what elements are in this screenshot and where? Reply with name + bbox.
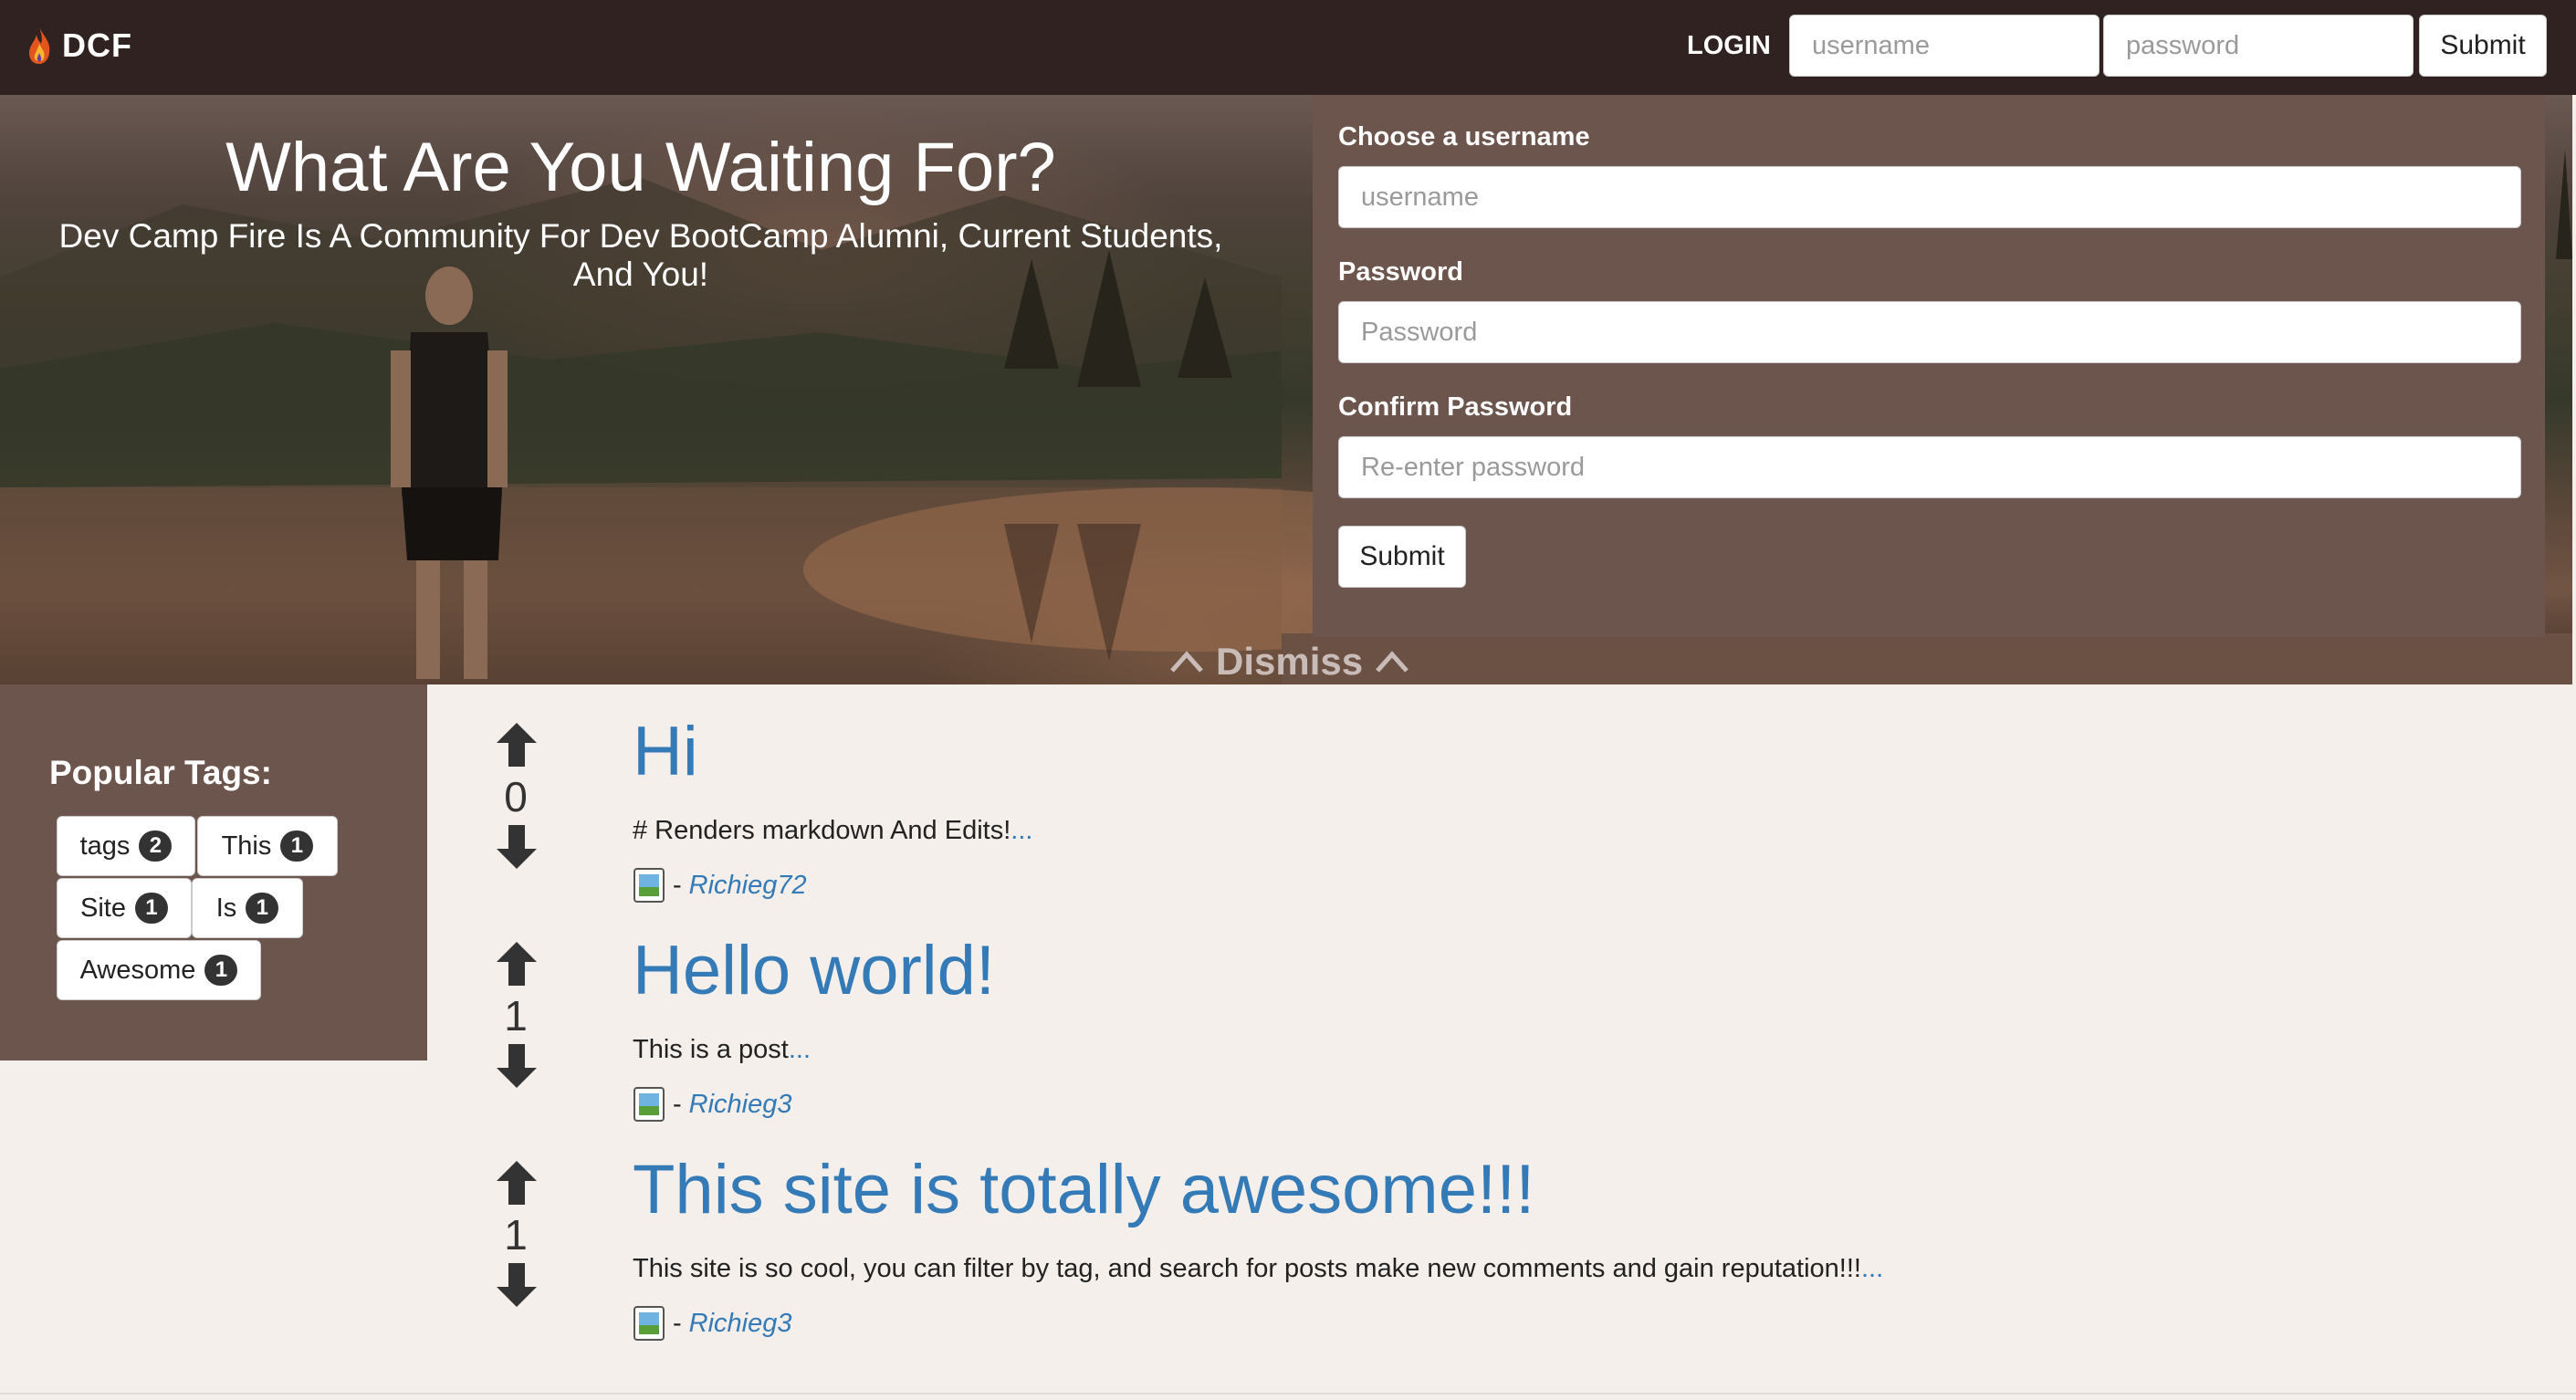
upvote-arrow-icon[interactable] xyxy=(497,723,537,767)
tag-button-awesome[interactable]: Awesome 1 xyxy=(57,940,261,1000)
downvote-arrow-icon[interactable] xyxy=(497,825,537,869)
hero-subtitle: Dev Camp Fire Is A Community For Dev Boo… xyxy=(58,217,1223,293)
login-password-input[interactable] xyxy=(2103,15,2414,77)
hero-title: What Are You Waiting For? xyxy=(225,129,1056,206)
post-title-link[interactable]: Hi xyxy=(633,712,698,791)
upvote-arrow-icon[interactable] xyxy=(497,942,537,986)
chevron-up-icon xyxy=(1376,651,1408,673)
dismiss-button[interactable]: Dismiss xyxy=(1168,639,1410,684)
post-meta: - Richieg72 xyxy=(633,867,807,904)
tag-button-is[interactable]: Is 1 xyxy=(192,878,303,938)
login-username-input[interactable] xyxy=(1789,15,2100,77)
tag-label: tags xyxy=(79,831,131,861)
signup-form: Choose a username Password Confirm Passw… xyxy=(1313,95,2545,637)
signup-submit-button[interactable]: Submit xyxy=(1338,526,1466,588)
author-link[interactable]: Richieg72 xyxy=(689,871,807,901)
post-excerpt-text: This site is so cool, you can filter by … xyxy=(633,1254,1861,1283)
author-separator: - xyxy=(673,870,682,900)
post-meta: - Richieg3 xyxy=(633,1086,792,1123)
downvote-arrow-icon[interactable] xyxy=(497,1263,537,1307)
brand-name: DCF xyxy=(62,26,132,64)
sidebar-title: Popular Tags: xyxy=(49,754,272,791)
vote-count: 1 xyxy=(504,1211,528,1259)
post-excerpt-text: This is a post xyxy=(633,1035,789,1064)
tag-count-badge: 1 xyxy=(246,893,279,924)
brand-link[interactable]: DCF xyxy=(26,26,132,66)
page-bottom-divider xyxy=(0,1393,2576,1395)
author-separator: - xyxy=(673,1089,682,1119)
post-excerpt-text: # Renders markdown And Edits! xyxy=(633,816,1011,845)
username-label: Choose a username xyxy=(1338,122,1590,151)
read-more-link[interactable]: ... xyxy=(1011,816,1032,845)
flame-logo-icon xyxy=(29,27,50,64)
signup-username-input[interactable] xyxy=(1338,166,2521,228)
vote-count: 0 xyxy=(504,773,528,820)
confirm-password-label: Confirm Password xyxy=(1338,392,1573,422)
downvote-arrow-icon[interactable] xyxy=(497,1044,537,1088)
author-separator: - xyxy=(673,1308,682,1338)
login-label: LOGIN xyxy=(1687,31,1771,60)
tag-label: This xyxy=(221,831,272,861)
post-meta: - Richieg3 xyxy=(633,1305,792,1342)
chevron-up-icon xyxy=(1170,651,1203,673)
tag-label: Awesome xyxy=(79,955,196,985)
tag-count-badge: 1 xyxy=(134,893,168,924)
tag-count-badge: 1 xyxy=(280,831,314,862)
tag-button-this[interactable]: This 1 xyxy=(197,816,338,876)
read-more-link[interactable]: ... xyxy=(1861,1254,1883,1283)
top-navbar: DCF LOGIN Submit xyxy=(0,0,2576,95)
tag-button-site[interactable]: Site 1 xyxy=(57,878,192,938)
post-excerpt: This site is so cool, you can filter by … xyxy=(633,1254,1883,1284)
author-avatar-icon xyxy=(634,868,665,903)
read-more-link[interactable]: ... xyxy=(789,1035,811,1064)
tag-button-tags[interactable]: tags 2 xyxy=(57,816,195,876)
tag-count-badge: 1 xyxy=(204,955,238,986)
tag-label: Site xyxy=(80,893,126,923)
author-avatar-icon xyxy=(634,1087,665,1122)
tag-count-badge: 2 xyxy=(139,831,173,862)
popular-tags-sidebar: Popular Tags: tags 2 This 1 Site 1 Is 1 … xyxy=(0,684,427,1060)
post-title-link[interactable]: This site is totally awesome!!! xyxy=(633,1150,1534,1229)
post-excerpt: This is a post... xyxy=(633,1035,811,1065)
vote-count: 1 xyxy=(504,992,528,1040)
post-excerpt: # Renders markdown And Edits!... xyxy=(633,816,1032,846)
signup-confirm-password-input[interactable] xyxy=(1338,436,2521,498)
tag-label: Is xyxy=(215,893,237,923)
signup-password-input[interactable] xyxy=(1338,301,2521,363)
post-title-link[interactable]: Hello world! xyxy=(633,931,995,1010)
login-submit-button[interactable]: Submit xyxy=(2419,15,2547,77)
dismiss-label: Dismiss xyxy=(1216,640,1364,683)
author-avatar-icon xyxy=(634,1306,665,1341)
author-link[interactable]: Richieg3 xyxy=(689,1309,792,1339)
upvote-arrow-icon[interactable] xyxy=(497,1161,537,1205)
password-label: Password xyxy=(1338,257,1463,287)
author-link[interactable]: Richieg3 xyxy=(689,1090,792,1120)
hiker-figure xyxy=(391,266,508,679)
